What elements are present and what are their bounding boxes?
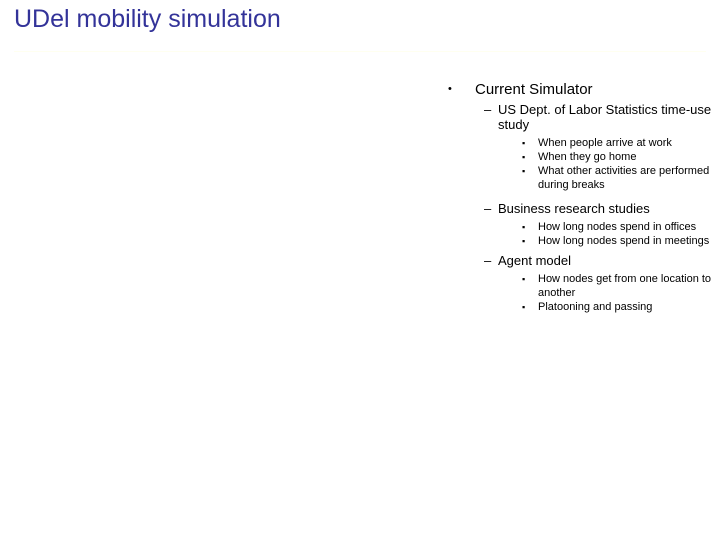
outline-item-level1-label: Current Simulator <box>475 81 593 98</box>
outline-section: – Agent model ▪ How nodes get from one l… <box>448 253 720 314</box>
page-title: UDel mobility simulation <box>14 5 281 33</box>
outline-item-level2-label: Agent model <box>498 253 571 268</box>
outline-item-level3: ▪ When they go home <box>448 150 720 164</box>
title-divider <box>14 51 706 52</box>
outline-item-level3-label: Platooning and passing <box>538 301 653 313</box>
outline-item-level3: ▪ When people arrive at work <box>448 136 720 150</box>
bullet-square-icon: ▪ <box>522 222 526 232</box>
outline-item-level3: ▪ Platooning and passing <box>448 300 720 314</box>
outline-item-level2-label: Business research studies <box>498 201 650 216</box>
outline-section: – Business research studies ▪ How long n… <box>448 201 720 248</box>
outline-item-level3: ▪ How nodes get from one location to ano… <box>448 272 720 300</box>
bullet-dash-icon: – <box>484 102 492 117</box>
outline-item-level1: • Current Simulator <box>448 80 720 99</box>
bullet-dash-icon: – <box>484 201 492 216</box>
outline-item-level3: ▪ What other activities are performed du… <box>448 164 720 192</box>
outline-item-level3-label: What other activities are performed duri… <box>538 165 710 191</box>
outline-item-level2-label: US Dept. of Labor Statistics time-use st… <box>498 102 712 132</box>
outline-body: • Current Simulator – US Dept. of Labor … <box>448 80 720 314</box>
slide-title-block: UDel mobility simulation <box>14 4 706 34</box>
bullet-square-icon: ▪ <box>522 152 526 162</box>
bullet-dash-icon: – <box>484 253 492 268</box>
outline-item-level3: ▪ How long nodes spend in meetings <box>448 234 720 248</box>
outline-item-level3-label: How long nodes spend in meetings <box>538 235 710 247</box>
outline-section: – US Dept. of Labor Statistics time-use … <box>448 102 720 192</box>
bullet-square-icon: ▪ <box>522 138 526 148</box>
outline-item-level3: ▪ How long nodes spend in offices <box>448 220 720 234</box>
bullet-dot-icon: • <box>448 83 452 95</box>
outline-item-level3-label: When they go home <box>538 151 637 163</box>
outline-item-level2: – Business research studies <box>448 201 720 216</box>
outline-item-level2: – Agent model <box>448 253 720 268</box>
slide-canvas: UDel mobility simulation • Current Simul… <box>0 0 720 540</box>
bullet-square-icon: ▪ <box>522 166 526 176</box>
outline-item-level3-label: When people arrive at work <box>538 137 672 149</box>
bullet-square-icon: ▪ <box>522 236 526 246</box>
bullet-square-icon: ▪ <box>522 274 526 284</box>
outline-item-level2: – US Dept. of Labor Statistics time-use … <box>448 102 720 132</box>
outline-item-level3-label: How nodes get from one location to anoth… <box>538 273 712 299</box>
bullet-square-icon: ▪ <box>522 302 526 312</box>
outline-item-level3-label: How long nodes spend in offices <box>538 221 697 233</box>
